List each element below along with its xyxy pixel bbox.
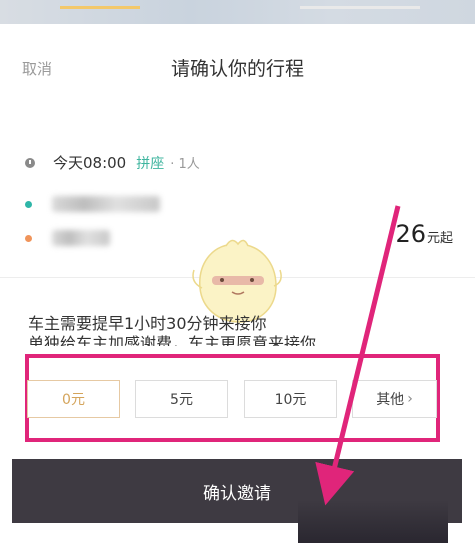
- map-road: [300, 6, 420, 9]
- map-road: [60, 6, 140, 9]
- fee-option-label: 10元: [274, 392, 307, 408]
- watermark-cover: [298, 500, 448, 543]
- clock-icon: [25, 157, 35, 168]
- trip-confirm-sheet: 取消 请确认你的行程 今天08:00 拼座 · 1人 26元起 车主需要提早1小…: [0, 24, 475, 543]
- map-background: [0, 0, 475, 24]
- trip-time: 今天08:00: [53, 154, 127, 172]
- start-location-row[interactable]: [25, 196, 160, 212]
- thanks-fee-hint: 单独给车主加感谢费，车主更愿意来接你: [28, 334, 317, 346]
- end-location-row[interactable]: [25, 230, 110, 246]
- pickup-notice: 车主需要提早1小时30分钟来接你: [28, 314, 267, 333]
- price-value: 26: [395, 220, 426, 248]
- fee-option-label: 其他: [376, 392, 405, 408]
- page-title: 请确认你的行程: [170, 58, 304, 80]
- price: 26元起: [395, 220, 453, 248]
- confirm-invite-label: 确认邀请: [203, 483, 271, 504]
- start-dot-icon: [25, 200, 32, 208]
- chevron-right-icon: ›: [407, 391, 413, 407]
- fee-option-other[interactable]: 其他 ›: [352, 380, 437, 418]
- fee-option-label: 5元: [170, 392, 193, 408]
- end-dot-icon: [25, 234, 32, 242]
- fee-option-0[interactable]: 0元: [27, 380, 120, 418]
- price-unit: 元起: [426, 231, 453, 246]
- carpool-mode: 拼座: [136, 155, 165, 172]
- end-location-blurred: [52, 230, 110, 246]
- fee-option-5[interactable]: 5元: [135, 380, 228, 418]
- fee-option-label: 0元: [62, 392, 85, 408]
- fee-option-10[interactable]: 10元: [244, 380, 337, 418]
- passenger-count: · 1人: [170, 157, 200, 172]
- trip-time-row: 今天08:00 拼座 · 1人: [25, 152, 200, 173]
- start-location-blurred: [52, 196, 160, 212]
